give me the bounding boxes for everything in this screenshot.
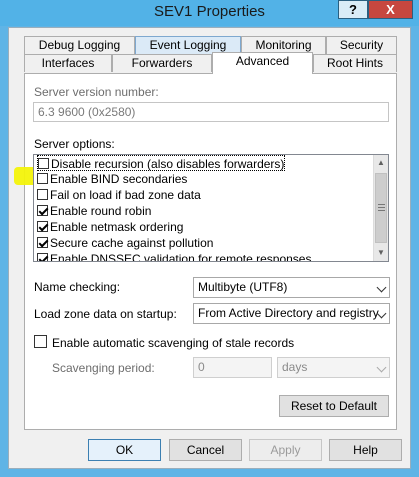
chevron-down-icon xyxy=(376,282,387,293)
checkbox[interactable] xyxy=(37,253,48,261)
option-label: Secure cache against pollution xyxy=(50,236,214,250)
option-label: Enable DNSSEC validation for remote resp… xyxy=(50,252,312,262)
help-button[interactable]: Help xyxy=(329,439,402,461)
reset-to-default-button[interactable]: Reset to Default xyxy=(279,395,389,417)
auto-scavenging-checkbox[interactable] xyxy=(34,335,47,348)
option-enable-round-robin[interactable]: Enable round robin xyxy=(37,203,151,219)
close-button[interactable]: X xyxy=(368,0,413,19)
load-zone-dropdown[interactable]: From Active Directory and registry xyxy=(193,303,390,324)
option-label: Disable recursion (also disables forward… xyxy=(51,157,285,171)
server-version-field: 6.3 9600 (0x2580) xyxy=(33,102,389,122)
tab-advanced[interactable]: Advanced xyxy=(212,52,313,74)
cancel-button[interactable]: Cancel xyxy=(169,439,242,461)
server-options-label: Server options: xyxy=(34,137,115,151)
option-label: Enable netmask ordering xyxy=(50,220,184,234)
checkbox[interactable] xyxy=(37,237,48,248)
option-label: Fail on load if bad zone data xyxy=(50,188,201,202)
tab-debug-logging[interactable]: Debug Logging xyxy=(24,36,135,54)
name-checking-value: Multibyte (UTF8) xyxy=(198,280,288,294)
scavenging-period-input[interactable]: 0 xyxy=(193,357,272,378)
title-bar[interactable]: SEV1 Properties ? X xyxy=(0,0,419,26)
server-version-label: Server version number: xyxy=(34,85,159,99)
scavenging-period-label: Scavenging period: xyxy=(52,361,155,375)
option-disable-recursion[interactable]: Disable recursion (also disables forward… xyxy=(37,155,286,171)
load-zone-value: From Active Directory and registry xyxy=(198,306,379,320)
apply-button[interactable]: Apply xyxy=(249,439,322,461)
checkbox[interactable] xyxy=(37,221,48,232)
scroll-down-arrow-icon[interactable]: ▼ xyxy=(374,245,388,261)
chevron-down-icon xyxy=(376,362,387,373)
help-title-button[interactable]: ? xyxy=(338,0,368,19)
option-label: Enable round robin xyxy=(50,204,152,218)
name-checking-label: Name checking: xyxy=(34,280,121,294)
option-secure-cache[interactable]: Secure cache against pollution xyxy=(37,235,213,251)
option-fail-on-load[interactable]: Fail on load if bad zone data xyxy=(37,187,201,203)
properties-dialog: SEV1 Properties ? X Debug Logging Event … xyxy=(0,0,419,477)
checkbox[interactable] xyxy=(37,205,48,216)
checkbox[interactable] xyxy=(37,189,48,200)
ok-button[interactable]: OK xyxy=(88,439,161,461)
checkbox[interactable] xyxy=(37,173,48,184)
tab-root-hints[interactable]: Root Hints xyxy=(313,54,397,72)
option-enable-dnssec[interactable]: Enable DNSSEC validation for remote resp… xyxy=(37,251,312,262)
options-scrollbar[interactable]: ▲ ▼ xyxy=(373,155,388,261)
option-label: Enable BIND secondaries xyxy=(50,172,188,186)
name-checking-dropdown[interactable]: Multibyte (UTF8) xyxy=(193,277,390,298)
grip-line xyxy=(378,210,385,211)
auto-scavenging-label: Enable automatic scavenging of stale rec… xyxy=(52,336,295,350)
auto-scavenging-row[interactable]: Enable automatic scavenging of stale rec… xyxy=(34,335,294,350)
grip-line xyxy=(378,207,385,208)
option-enable-bind-secondaries[interactable]: Enable BIND secondaries xyxy=(37,171,187,187)
option-enable-netmask-ordering[interactable]: Enable netmask ordering xyxy=(37,219,183,235)
scroll-up-arrow-icon[interactable]: ▲ xyxy=(374,155,388,171)
scavenging-unit-value: days xyxy=(282,360,308,374)
tab-interfaces[interactable]: Interfaces xyxy=(24,54,112,72)
tab-forwarders[interactable]: Forwarders xyxy=(112,54,212,72)
server-options-list[interactable]: Disable recursion (also disables forward… xyxy=(33,154,389,262)
scroll-thumb[interactable] xyxy=(375,173,387,243)
tab-security[interactable]: Security xyxy=(326,36,397,54)
checkbox[interactable] xyxy=(38,158,49,169)
grip-line xyxy=(378,204,385,205)
load-zone-label: Load zone data on startup: xyxy=(34,307,177,321)
scavenging-unit-dropdown[interactable]: days xyxy=(277,357,390,378)
